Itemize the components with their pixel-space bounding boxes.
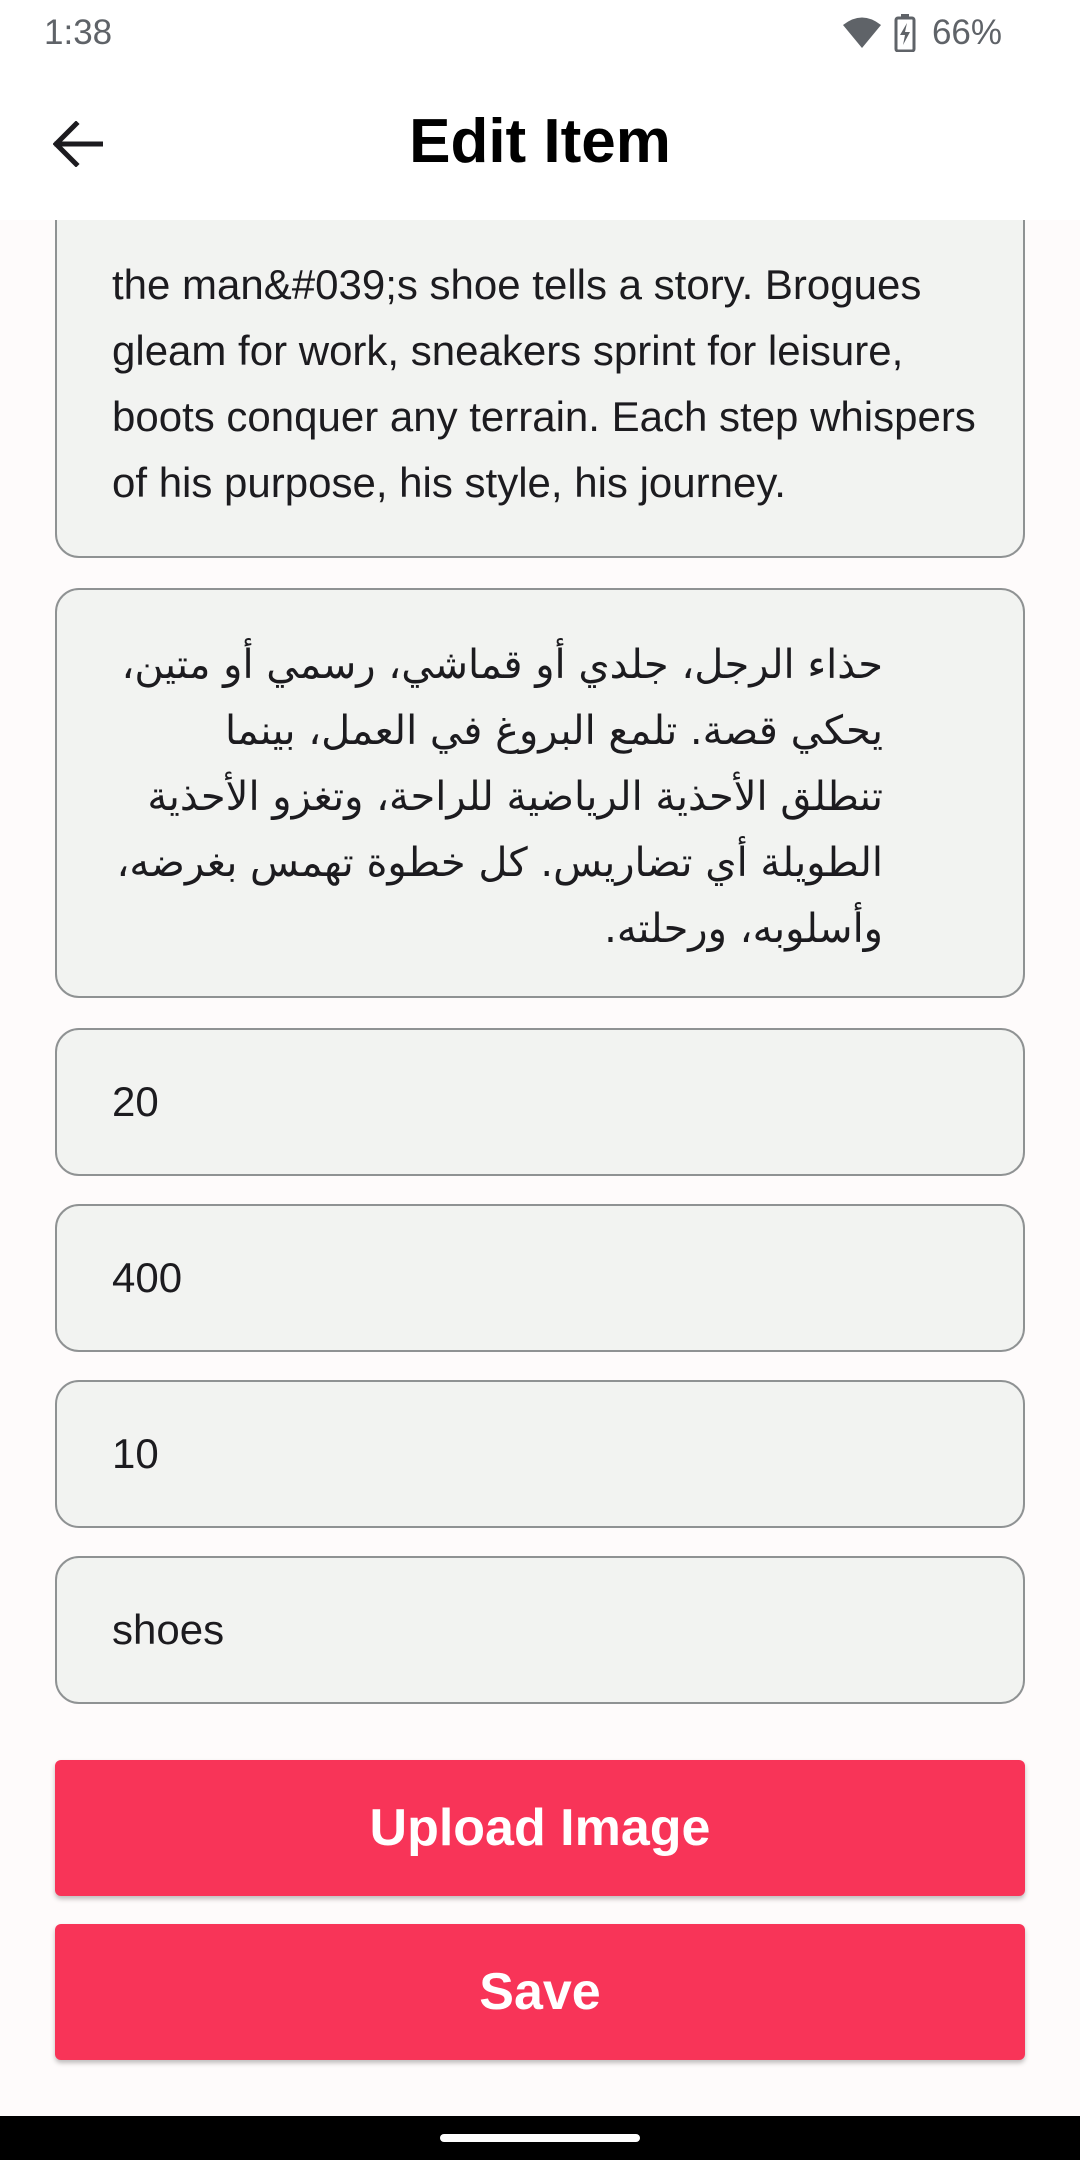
battery-charging-icon	[894, 14, 916, 52]
field-3[interactable]: 10	[55, 1380, 1025, 1528]
field-1[interactable]: 20	[55, 1028, 1025, 1176]
category-value: shoes	[112, 1606, 225, 1653]
field-1-value: 20	[112, 1078, 159, 1125]
edit-form: the man&#039;s shoe tells a story. Brogu…	[0, 220, 1080, 2116]
app-bar: Edit Item	[0, 66, 1080, 220]
wifi-icon	[842, 16, 882, 50]
description-en-field[interactable]: the man&#039;s shoe tells a story. Brogu…	[55, 220, 1025, 558]
edit-item-screen: 1:38 66% Edit Item the man&#039;s shoe t…	[0, 0, 1080, 2160]
category-field[interactable]: shoes	[55, 1556, 1025, 1704]
home-handle[interactable]	[440, 2134, 640, 2142]
field-2[interactable]: 400	[55, 1204, 1025, 1352]
status-bar: 1:38 66%	[0, 0, 1080, 66]
page-title: Edit Item	[409, 107, 671, 176]
upload-image-button[interactable]: Upload Image	[55, 1760, 1025, 1896]
status-icons: 66%	[842, 13, 1002, 53]
status-time: 1:38	[44, 13, 113, 52]
system-nav-bar	[0, 2116, 1080, 2160]
description-ar-field[interactable]: حذاء الرجل، جلدي أو قماشي، رسمي أو متين،…	[55, 588, 1025, 998]
save-button[interactable]: Save	[55, 1924, 1025, 2060]
description-en-value: the man&#039;s shoe tells a story. Brogu…	[112, 261, 976, 506]
field-2-value: 400	[112, 1254, 183, 1301]
description-ar-value: حذاء الرجل، جلدي أو قماشي، رسمي أو متين،…	[116, 642, 883, 952]
battery-percent: 66%	[931, 13, 1002, 52]
field-3-value: 10	[112, 1430, 159, 1477]
